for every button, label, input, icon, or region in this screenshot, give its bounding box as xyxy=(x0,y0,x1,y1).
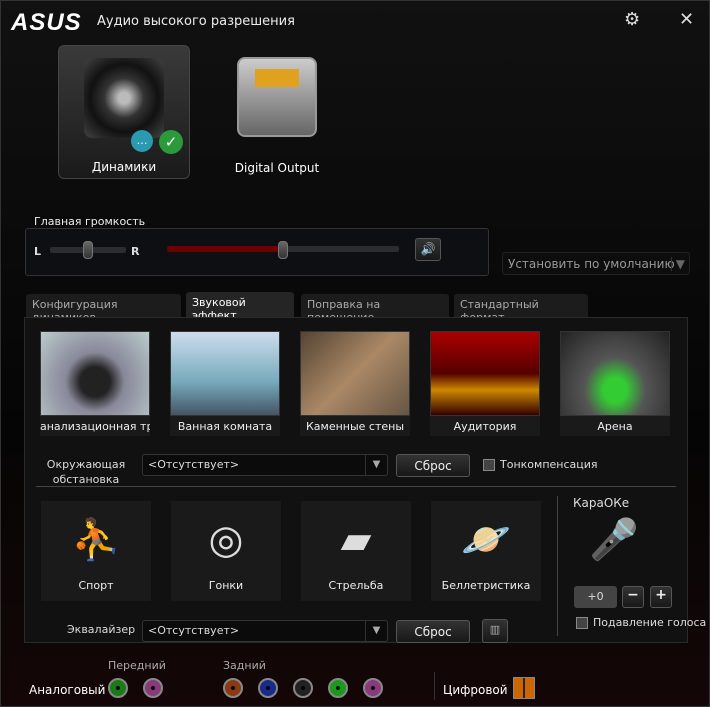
karaoke-title: КараОКе xyxy=(573,496,630,510)
window: ASUS Аудио высокого разрешения ⚙ ✕ … ✓ Д… xyxy=(0,0,710,707)
environment-select[interactable]: <Отсутствует> ▼ xyxy=(142,454,388,476)
env-auditorium[interactable]: Аудитория xyxy=(430,331,540,436)
karaoke-minus-button[interactable]: − xyxy=(622,586,644,608)
sewer-image xyxy=(40,331,150,416)
divider xyxy=(434,672,435,700)
env-arena[interactable]: Арена xyxy=(560,331,670,436)
device-speakers[interactable]: … ✓ Динамики xyxy=(58,45,190,179)
check-badge-icon: ✓ xyxy=(159,130,183,154)
env-label: Каменные стены xyxy=(300,416,410,436)
effect-sport[interactable]: ⛹ Спорт xyxy=(41,501,151,601)
chevron-down-icon: ▼ xyxy=(670,257,685,271)
environment-label: Окружающая обстановка xyxy=(46,458,126,486)
stone-walls-image xyxy=(300,331,410,416)
pistol-icon: ▰ xyxy=(340,517,372,563)
environment-value: <Отсутствует> xyxy=(148,458,240,471)
tab-room-correction[interactable]: Поправка на помещение xyxy=(301,294,449,324)
effect-fiction[interactable]: 🪐 Беллетристика xyxy=(431,501,541,601)
chat-badge-icon: … xyxy=(131,130,153,152)
env-label: Арена xyxy=(560,416,670,436)
rear-audio-jack[interactable] xyxy=(328,678,348,698)
microphone-icon: 🎤 xyxy=(589,517,639,563)
asus-logo: ASUS xyxy=(11,9,82,36)
rear-audio-jack[interactable] xyxy=(258,678,278,698)
steering-wheel-icon: ◎ xyxy=(208,517,244,563)
device-label: Digital Output xyxy=(234,161,320,175)
sport-icon: ⛹ xyxy=(71,517,121,563)
auditorium-image xyxy=(430,331,540,416)
loudness-checkbox[interactable] xyxy=(483,459,495,471)
balance-thumb[interactable] xyxy=(83,241,93,259)
equalizer-label: Эквалайзер xyxy=(67,623,136,636)
app-title: Аудио высокого разрешения xyxy=(97,14,295,29)
analog-label: Аналоговый xyxy=(29,683,106,697)
rear-label: Задний xyxy=(223,659,266,672)
effect-label: Беллетристика xyxy=(441,579,531,592)
front-audio-jack[interactable] xyxy=(108,678,128,698)
tab-sound-effect[interactable]: Звуковой эффект xyxy=(186,292,294,322)
front-audio-jack[interactable] xyxy=(143,678,163,698)
arena-image xyxy=(560,331,670,416)
env-label: Аудитория xyxy=(430,416,540,436)
environment-reset-button[interactable]: Сброс xyxy=(396,454,470,477)
env-bathroom[interactable]: Ванная комната xyxy=(170,331,280,436)
digital-output-icon xyxy=(237,57,317,137)
volume-label: Главная громкость xyxy=(32,215,148,228)
rear-audio-jack[interactable] xyxy=(293,678,313,698)
balance-left-label: L xyxy=(34,245,42,258)
rear-audio-jack[interactable] xyxy=(223,678,243,698)
bathroom-image xyxy=(170,331,280,416)
env-stone-walls[interactable]: Каменные стены xyxy=(300,331,410,436)
effect-racing[interactable]: ◎ Гонки xyxy=(171,501,281,601)
effect-shooter[interactable]: ▰ Стрельба xyxy=(301,501,411,601)
loudness-label: Тонкомпенсация xyxy=(500,458,598,471)
equalizer-value: <Отсутствует> xyxy=(148,624,240,637)
equalizer-reset-button[interactable]: Сброс xyxy=(396,620,470,643)
settings-gear-icon[interactable]: ⚙ xyxy=(624,9,640,30)
chevron-down-icon: ▼ xyxy=(365,455,387,475)
env-sewer[interactable]: анализационная труб xyxy=(40,331,150,436)
karaoke-plus-button[interactable]: + xyxy=(650,586,672,608)
device-digital-output[interactable]: Digital Output xyxy=(211,45,343,179)
set-default-label: Установить по умолчанию xyxy=(508,257,675,271)
voice-cancel-label: Подавление голоса xyxy=(593,616,707,629)
voice-cancel-checkbox[interactable] xyxy=(576,617,588,629)
rear-audio-jack[interactable] xyxy=(363,678,383,698)
planet-icon: 🪐 xyxy=(461,517,511,563)
chevron-down-icon: ▼ xyxy=(365,621,387,641)
mute-button[interactable]: 🔊 xyxy=(415,238,441,261)
set-default-dropdown[interactable]: Установить по умолчанию ▼ xyxy=(502,252,690,275)
balance-right-label: R xyxy=(131,245,140,258)
tab-speaker-config[interactable]: Конфигурация динамиков xyxy=(26,294,181,324)
divider xyxy=(557,496,558,636)
divider xyxy=(36,486,676,487)
effect-label: Гонки xyxy=(208,579,244,592)
front-label: Передний xyxy=(108,659,166,672)
digital-label: Цифровой xyxy=(443,683,508,697)
tab-default-format[interactable]: Стандартный формат xyxy=(454,294,588,324)
speaker-icon xyxy=(84,58,164,138)
karaoke-value: +0 xyxy=(574,586,617,608)
effect-label: Стрельба xyxy=(328,579,384,592)
close-icon[interactable]: ✕ xyxy=(679,9,694,30)
volume-thumb[interactable] xyxy=(278,241,288,259)
digital-port-icon[interactable] xyxy=(513,677,535,699)
env-label: анализационная труб xyxy=(40,416,150,436)
env-label: Ванная комната xyxy=(170,416,280,436)
effect-label: Спорт xyxy=(78,579,114,592)
equalizer-bars-icon[interactable]: ▥ xyxy=(482,619,508,643)
equalizer-select[interactable]: <Отсутствует> ▼ xyxy=(142,620,388,642)
device-label: Динамики xyxy=(91,160,157,174)
